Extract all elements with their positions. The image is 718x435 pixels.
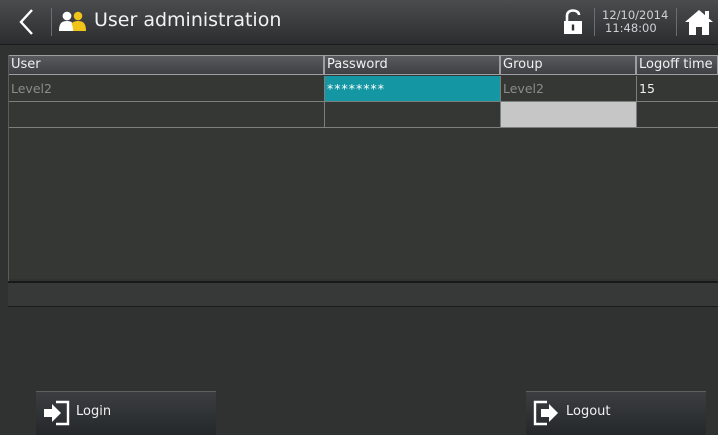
time-text: 11:48:00 [605, 21, 657, 35]
home-button[interactable] [684, 8, 714, 36]
date-time-display: 12/10/2014 11:48:00 [602, 9, 668, 35]
column-header-user[interactable]: User [8, 55, 324, 75]
row-divider [8, 101, 718, 102]
password-cell[interactable]: ******** [324, 76, 500, 101]
column-divider [636, 76, 637, 127]
login-arrow-icon [42, 400, 70, 426]
header-divider [676, 8, 677, 36]
column-header-group[interactable]: Group [500, 55, 636, 75]
group-cell[interactable] [500, 102, 636, 127]
logout-label: Logout [566, 404, 611, 419]
unlocked-padlock-icon[interactable] [562, 9, 584, 35]
title-bar: User administration 12/10/2014 11:48:00 [0, 0, 718, 45]
column-divider [324, 76, 325, 127]
user-cell[interactable]: Level2 [8, 76, 324, 101]
column-header-password[interactable]: Password [324, 55, 500, 75]
user-cell[interactable] [8, 102, 324, 127]
table-row[interactable] [8, 102, 718, 127]
password-cell[interactable] [324, 102, 500, 127]
logout-arrow-icon [532, 400, 560, 426]
header-divider [51, 8, 52, 36]
login-label: Login [76, 404, 112, 419]
login-button[interactable]: Login [36, 391, 216, 435]
chevron-left-icon [19, 9, 33, 35]
home-icon [685, 10, 713, 35]
back-button[interactable] [6, 4, 50, 40]
page-title: User administration [94, 9, 282, 31]
horizontal-scrollbar[interactable] [8, 281, 718, 307]
row-divider [8, 127, 718, 128]
logout-button[interactable]: Logout [526, 391, 706, 435]
logoff-time-cell[interactable]: 15 [636, 76, 718, 101]
table-row[interactable]: Level2 ******** Level2 15 [8, 76, 718, 101]
group-cell[interactable]: Level2 [500, 76, 636, 101]
logoff-time-cell[interactable] [636, 102, 718, 127]
users-icon [58, 10, 88, 32]
table-header: User Password Group Logoff time [8, 55, 718, 75]
header-divider [594, 8, 595, 36]
column-divider [500, 76, 501, 127]
table-border [8, 55, 9, 281]
column-header-logoff-time[interactable]: Logoff time [636, 55, 718, 75]
